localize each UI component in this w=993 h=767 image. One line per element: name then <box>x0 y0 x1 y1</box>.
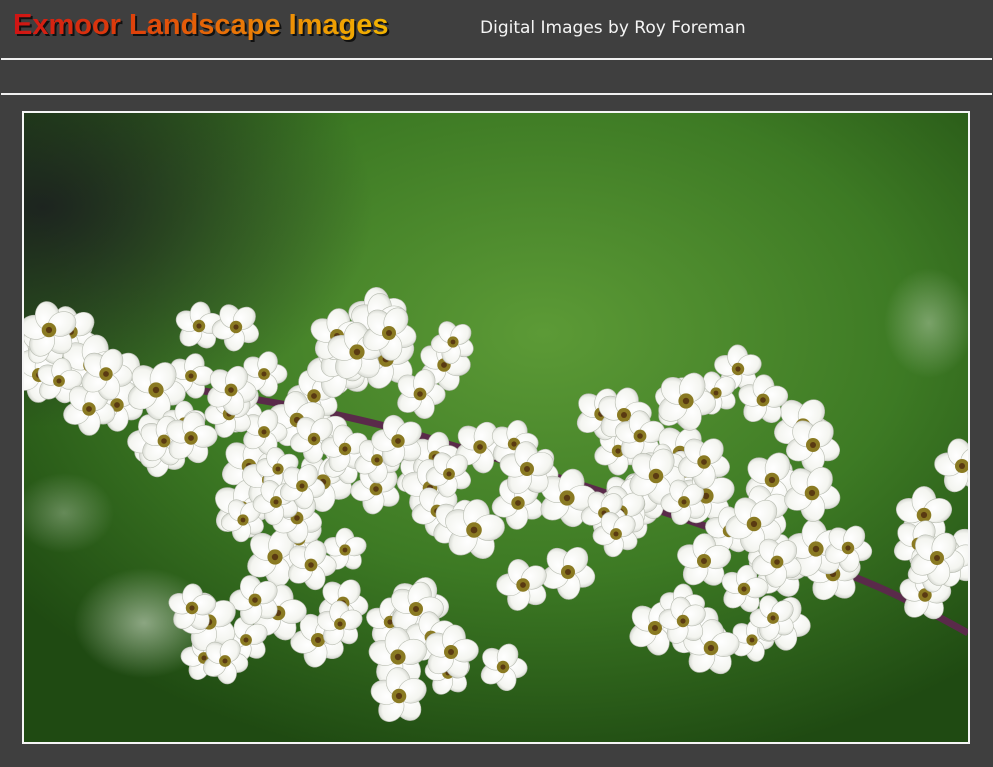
page: Exmoor Landscape Images Digital Images b… <box>0 0 993 767</box>
site-subtitle: Digital Images by Roy Foreman <box>480 18 746 38</box>
navigation-bar <box>1 61 992 93</box>
nav-divider <box>1 93 992 95</box>
site-title[interactable]: Exmoor Landscape Images <box>13 9 389 42</box>
site-header: Exmoor Landscape Images Digital Images b… <box>1 1 992 58</box>
featured-photo[interactable] <box>22 111 970 744</box>
blossom-photo-image <box>24 113 968 742</box>
header-divider <box>1 58 992 60</box>
